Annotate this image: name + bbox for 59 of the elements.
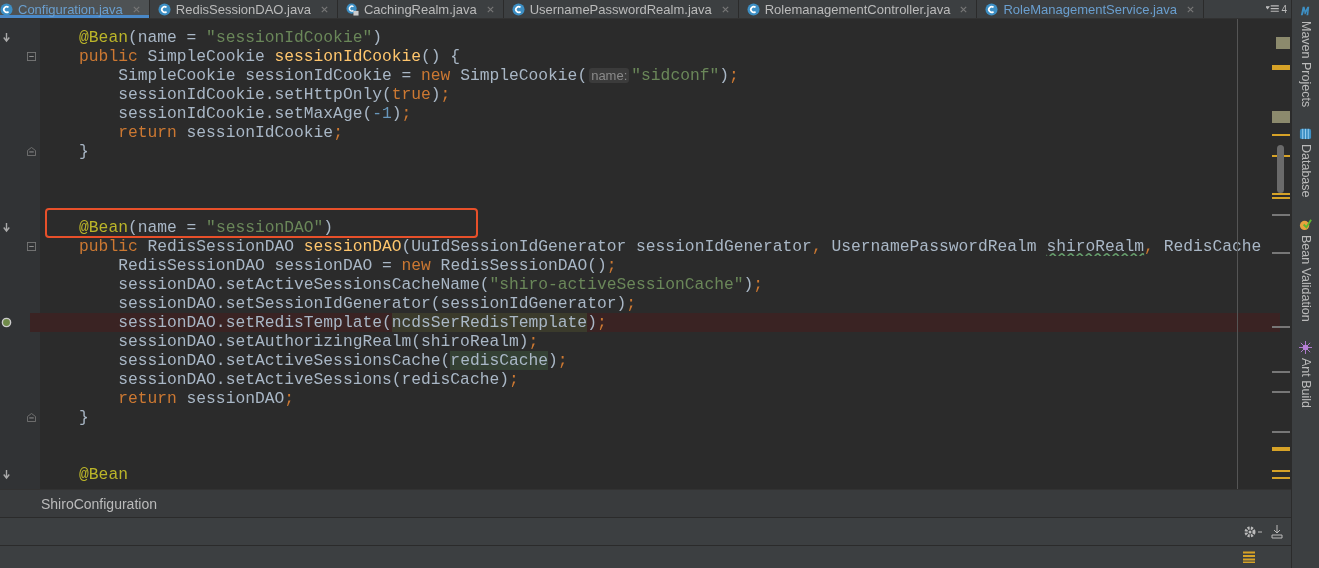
- code-text: return sessionDAO;: [117, 389, 295, 408]
- overriding-method-icon[interactable]: [1, 469, 12, 480]
- code-text: sessionDAO.setActiveSessionsCache(redisCache);: [117, 351, 568, 370]
- class-icon: [157, 2, 171, 16]
- scrollbar-thumb[interactable]: [1277, 145, 1284, 193]
- code-text: public SimpleCookie sessionIdCookie() {: [78, 47, 461, 66]
- locked-class-icon: [345, 2, 359, 16]
- code-text: @Bean: [78, 465, 128, 484]
- editor-tab[interactable]: RoleManagementService.java: [977, 0, 1204, 18]
- close-icon[interactable]: [720, 4, 730, 14]
- class-icon: [985, 2, 999, 16]
- close-icon[interactable]: [319, 4, 329, 14]
- maven-icon: [1299, 4, 1312, 17]
- editor-tab[interactable]: RedisSessionDAO.java: [149, 0, 338, 18]
- code-text: }: [78, 408, 89, 427]
- download-icon[interactable]: [1271, 524, 1283, 539]
- code-text: }: [78, 142, 89, 161]
- bean-marker-icon[interactable]: [1, 317, 12, 328]
- hidden-tabs-button[interactable]: 4: [1262, 0, 1291, 18]
- breadcrumb[interactable]: ShiroConfiguration: [41, 495, 157, 512]
- fold-end-icon[interactable]: [27, 147, 36, 156]
- close-icon[interactable]: [959, 4, 969, 14]
- tool-window-button[interactable]: Maven Projects: [1298, 4, 1313, 108]
- ant-icon: [1299, 341, 1312, 355]
- editor-tab[interactable]: CachingRealm.java: [337, 0, 504, 18]
- tool-window-button[interactable]: Ant Build: [1298, 341, 1313, 409]
- class-icon: [746, 2, 760, 16]
- code-text: sessionDAO.setRedisTemplate(ncdsSerRedisTemplate);: [117, 313, 607, 332]
- code-text: RedisSessionDAO sessionDAO = new RedisSessionDAO();: [117, 256, 617, 275]
- class-icon: [0, 2, 13, 16]
- close-icon[interactable]: [131, 4, 141, 14]
- class-icon: [511, 2, 525, 16]
- overriding-method-icon[interactable]: [1, 222, 12, 233]
- close-icon[interactable]: [485, 4, 495, 14]
- fold-end-icon[interactable]: [27, 413, 36, 422]
- code-text: sessionIdCookie.setHttpOnly(true);: [117, 85, 451, 104]
- tool-window-button[interactable]: Bean Validation: [1298, 217, 1313, 322]
- code-text: return sessionIdCookie;: [117, 123, 343, 142]
- editor-tab[interactable]: RolemanagementController.java: [738, 0, 978, 18]
- fold-start-icon[interactable]: [27, 52, 36, 61]
- code-text: @Bean(name = "sessionDAO"): [78, 218, 334, 237]
- code-text: public RedisSessionDAO sessionDAO(UuIdSessionIdGenerator sessionIdGenerator, UsernamePasswordRealm shiroRealm, RedisCache: [78, 237, 1262, 256]
- close-icon[interactable]: [1185, 4, 1195, 14]
- code-text: @Bean(name = "sessionIdCookie"): [78, 28, 382, 47]
- checkmark-icon: [1299, 217, 1312, 231]
- database-icon: [1299, 127, 1312, 141]
- event-log-icon[interactable]: [1243, 551, 1255, 563]
- code-text: SimpleCookie sessionIdCookie = new SimpleCookie( name: "sidconf");: [117, 66, 739, 85]
- code-text: sessionDAO.setSessionIdGenerator(sessionIdGenerator);: [117, 294, 636, 313]
- code-text: sessionIdCookie.setMaxAge(-1);: [117, 104, 412, 123]
- code-text: sessionDAO.setActiveSessions(redisCache);: [117, 370, 519, 389]
- tool-window-button[interactable]: Database: [1298, 127, 1313, 198]
- editor-tab[interactable]: UsernamePasswordRealm.java: [503, 0, 739, 18]
- code-text: sessionDAO.setActiveSessionsCacheName("shiro-activeSessionCache");: [117, 275, 764, 294]
- fold-start-icon[interactable]: [27, 242, 36, 251]
- code-text: sessionDAO.setAuthorizingRealm(shiroRealm);: [117, 332, 539, 351]
- settings-icon[interactable]: [1243, 524, 1263, 539]
- tab-list-icon: [1266, 4, 1280, 14]
- overriding-method-icon[interactable]: [1, 32, 12, 43]
